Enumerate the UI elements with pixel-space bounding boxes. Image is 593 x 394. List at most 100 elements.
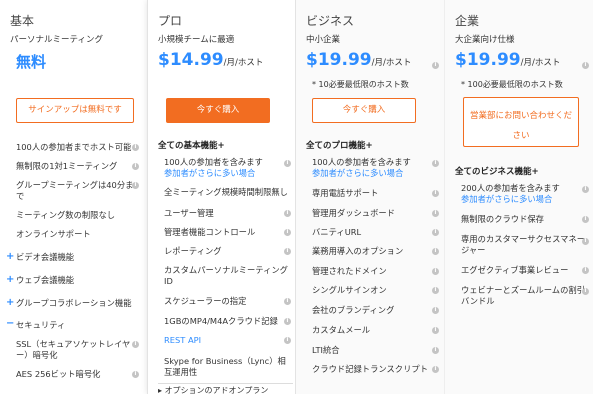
plan-column-business: ビジネス 中小企業 $19.99/月/ホスト i * 10必要最低限のホスト数 …	[296, 0, 444, 394]
feature-item: ユーザー管理	[164, 208, 214, 218]
info-icon[interactable]: i	[582, 238, 589, 245]
feature-item: カスタムメール	[312, 325, 371, 335]
feature-item: 100人の参加者を含みます	[164, 157, 263, 167]
contact-sales-button[interactable]: 営業部にお問い合わせくだ さい	[463, 97, 579, 147]
info-icon[interactable]: i	[582, 62, 589, 69]
feature-item: 無制限のクラウド保存	[461, 214, 544, 224]
info-icon[interactable]: i	[432, 287, 439, 294]
info-icon[interactable]: i	[284, 337, 291, 344]
expand-icon[interactable]: +	[6, 251, 14, 262]
info-icon[interactable]: i	[432, 210, 439, 217]
info-icon[interactable]: i	[432, 229, 439, 236]
info-icon[interactable]: i	[432, 248, 439, 255]
info-icon[interactable]: i	[582, 267, 589, 274]
expander-security[interactable]: セキュリティ	[16, 320, 65, 332]
section-heading: 全てのビジネス機能+	[455, 167, 539, 177]
info-icon[interactable]: i	[132, 371, 139, 378]
feature-item: ID	[164, 276, 173, 286]
buy-now-button[interactable]: 今すぐ購入	[166, 98, 270, 123]
price-unit: /月/ホスト	[520, 58, 561, 68]
feature-item: 管理されたドメイン	[312, 266, 387, 276]
expand-icon[interactable]: +	[6, 274, 14, 285]
divider	[158, 383, 293, 384]
feature-item: バニティURL	[312, 227, 362, 237]
plan-price: $19.99/月/ホスト	[306, 50, 411, 70]
buy-now-button[interactable]: 今すぐ購入	[312, 98, 416, 123]
info-icon[interactable]: i	[582, 288, 589, 295]
feature-item: で	[16, 191, 25, 201]
rest-api-link[interactable]: REST API	[164, 335, 201, 347]
feature-item: クラウド記録トランスクリプト	[312, 364, 428, 374]
plan-subtitle: 大企業向け仕様	[455, 35, 515, 45]
info-icon[interactable]: i	[432, 366, 439, 373]
feature-item: LTI統合	[312, 345, 340, 355]
collapse-icon[interactable]: −	[6, 318, 14, 329]
info-icon[interactable]: i	[432, 190, 439, 197]
more-participants-link[interactable]: 参加者がさらに多い場合	[164, 168, 255, 180]
plan-price: $19.99/月/ホスト	[455, 50, 560, 70]
feature-item: 専用電話サポート	[312, 188, 379, 198]
more-participants-link[interactable]: 参加者がさらに多い場合	[312, 168, 403, 180]
feature-item: SSL（セキュアソケットレイヤ	[16, 339, 131, 349]
section-heading: 全てのプロ機能+	[306, 141, 373, 151]
feature-item: 互運用性	[164, 367, 198, 377]
info-icon[interactable]: i	[284, 229, 291, 236]
feature-item: 全ミーティング規模時間制限無し	[164, 187, 288, 197]
info-icon[interactable]: i	[432, 160, 439, 167]
plan-price: $14.99/月/ホスト	[158, 50, 263, 70]
info-icon[interactable]: i	[432, 307, 439, 314]
addon-plans-label: オプションのアドオンプラン	[164, 386, 269, 394]
info-icon[interactable]: i	[284, 318, 291, 325]
info-icon[interactable]: i	[432, 62, 439, 69]
section-heading: 全ての基本機能+	[158, 141, 225, 151]
feature-item: 100人の参加者を含みます	[312, 157, 411, 167]
price-unit: /月/ホスト	[371, 58, 412, 68]
feature-item: 無制限の1対1ミーティング	[16, 161, 118, 171]
contact-sales-label-line1: 営業部にお問い合わせくだ	[469, 111, 572, 121]
info-icon[interactable]: i	[432, 347, 439, 354]
expander-collab[interactable]: グループコラボレーション機能	[16, 298, 132, 310]
info-icon[interactable]: i	[284, 160, 291, 167]
info-icon[interactable]: i	[582, 216, 589, 223]
feature-item: オンラインサポート	[16, 229, 91, 239]
plan-column-basic: 基本 パーソナルミーティング 無料 サインアップは無料です 100人の参加者まで…	[0, 0, 147, 394]
info-icon[interactable]: i	[432, 268, 439, 275]
info-icon[interactable]: i	[582, 186, 589, 193]
plan-subtitle: 小規模チームに最適	[158, 35, 235, 45]
feature-item: ウェビナーとズームルームの割引	[461, 285, 585, 295]
price-amount: $19.99	[455, 50, 521, 70]
info-icon[interactable]: i	[284, 298, 291, 305]
feature-item: カスタムパーソナルミーティング	[164, 265, 288, 275]
feature-item: 業務用導入のオプション	[312, 246, 404, 256]
plan-subtitle: 中小企業	[306, 35, 341, 45]
plan-name: プロ	[158, 14, 183, 28]
feature-item: エグゼクティブ事業レビュー	[461, 265, 569, 275]
feature-item: 100人の参加者までホスト可能	[16, 142, 132, 152]
min-hosts-note: * 10必要最低限のホスト数	[312, 80, 409, 89]
expander-web[interactable]: ウェブ会議機能	[16, 275, 74, 287]
info-icon[interactable]: i	[432, 327, 439, 334]
feature-item: グループミーティングは40分ま	[16, 180, 134, 190]
plan-name: 基本	[10, 14, 35, 28]
feature-item: 200人の参加者を含みます	[461, 183, 560, 193]
feature-item: ミーティング数の制限なし	[16, 210, 116, 220]
expander-video[interactable]: ビデオ会議機能	[16, 252, 74, 264]
info-icon[interactable]: i	[284, 210, 291, 217]
info-icon[interactable]: i	[132, 182, 139, 189]
plan-name: ビジネス	[306, 14, 355, 28]
price-amount: $19.99	[306, 50, 372, 70]
info-icon[interactable]: i	[132, 341, 139, 348]
contact-sales-label-line2: さい	[512, 131, 530, 141]
signup-free-button[interactable]: サインアップは無料です	[16, 98, 134, 123]
feature-item: シングルサインオン	[312, 285, 387, 295]
info-icon[interactable]: i	[284, 248, 291, 255]
plan-name: 企業	[455, 14, 480, 28]
feature-item: Skype for Business（Lync）相	[164, 356, 286, 366]
feature-item: ー）暗号化	[16, 350, 58, 360]
info-icon[interactable]: i	[132, 163, 139, 170]
more-participants-link[interactable]: 参加者がさらに多い場合	[461, 194, 552, 206]
addon-plans-expander[interactable]: ▸ オプションのアドオンプラン	[158, 385, 268, 394]
expand-icon[interactable]: +	[6, 297, 14, 308]
plan-subtitle: パーソナルミーティング	[10, 35, 103, 45]
info-icon[interactable]: i	[132, 144, 139, 151]
